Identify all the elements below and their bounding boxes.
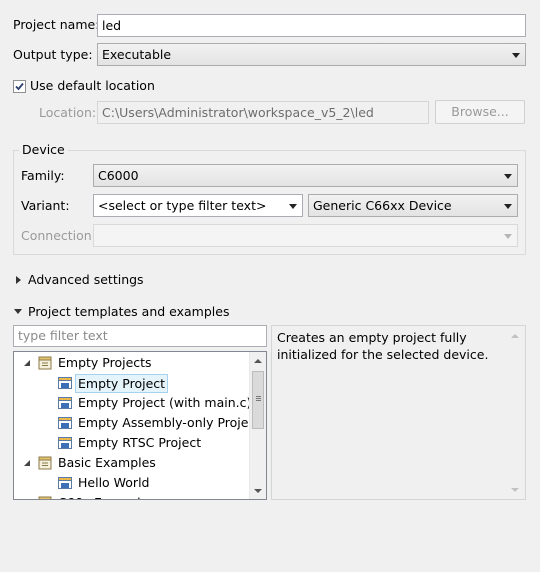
- tree-item-row[interactable]: Empty Project (with main.c): [14, 393, 252, 413]
- tree-folder-row[interactable]: Basic Examples: [14, 453, 248, 473]
- chevron-down-icon: [289, 204, 297, 209]
- templates-toggle[interactable]: Project templates and examples: [28, 304, 229, 319]
- family-select[interactable]: C6000: [93, 164, 518, 187]
- output-type-label: Output type:: [13, 47, 93, 62]
- tree-item-row[interactable]: Empty RTSC Project: [14, 433, 248, 453]
- variant-filter-combo[interactable]: <select or type filter text>: [93, 194, 303, 217]
- chevron-down-icon: [504, 174, 512, 179]
- variant-filter-text: <select or type filter text>: [98, 198, 267, 213]
- description-scrollbar: [507, 326, 524, 499]
- chevron-down-icon: [504, 234, 512, 239]
- output-type-value: Executable: [102, 47, 172, 62]
- device-group-title: Device: [19, 142, 68, 157]
- use-default-location-label: Use default location: [30, 78, 155, 93]
- browse-button: Browse...: [435, 100, 525, 124]
- connection-select: [93, 224, 518, 247]
- project-name-input[interactable]: led: [97, 14, 526, 37]
- project-icon: [57, 475, 73, 491]
- advanced-settings-toggle[interactable]: Advanced settings: [28, 272, 144, 287]
- connection-label: Connection:: [21, 228, 96, 243]
- project-icon: [57, 395, 73, 411]
- tree-item-label: Hello World: [78, 475, 150, 490]
- project-icon: [57, 415, 73, 431]
- collapse-icon[interactable]: [24, 460, 30, 466]
- chevron-down-icon: [512, 53, 520, 58]
- tree-item-label: C66x Examples: [58, 493, 155, 499]
- tree-item-label: Basic Examples: [58, 455, 156, 470]
- tree-item-label: Empty Project: [75, 374, 169, 393]
- project-name-label: Project name:: [13, 17, 100, 32]
- tree-item-label: Empty Project (with main.c): [78, 395, 252, 410]
- tree-folder-row[interactable]: Empty Projects: [14, 353, 248, 373]
- project-icon: [57, 435, 73, 451]
- project-icon: [57, 375, 73, 391]
- collapse-icon[interactable]: [24, 360, 30, 366]
- tree-folder-row[interactable]: C66x Examples: [14, 493, 248, 499]
- use-default-location-checkbox[interactable]: [13, 80, 26, 93]
- template-description: Creates an empty project fully initializ…: [277, 330, 489, 362]
- output-type-select[interactable]: Executable: [97, 43, 526, 66]
- scroll-down-icon: [511, 488, 519, 492]
- tree-scrollbar[interactable]: [249, 352, 266, 499]
- scroll-down-icon[interactable]: [254, 489, 262, 493]
- template-tree[interactable]: Empty Projects Empty Project Empty Project…: [13, 351, 267, 500]
- expand-down-icon[interactable]: [14, 309, 22, 314]
- template-description-panel: Creates an empty project fully initializ…: [271, 325, 526, 500]
- location-input: C:\Users\Administrator\workspace_v5_2\le…: [97, 101, 429, 124]
- tree-item-label: Empty RTSC Project: [78, 435, 202, 450]
- variant-select[interactable]: Generic C66xx Device: [308, 194, 518, 217]
- tree-item-row[interactable]: Hello World: [14, 473, 248, 493]
- family-label: Family:: [21, 168, 65, 183]
- tree-scroll-thumb[interactable]: [252, 371, 264, 429]
- family-value: C6000: [98, 168, 139, 183]
- checkmark-icon: [15, 82, 24, 91]
- tree-item-label: Empty Projects: [58, 355, 152, 370]
- folder-icon: [37, 355, 53, 371]
- scroll-up-icon: [511, 334, 519, 338]
- template-filter-input[interactable]: type filter text: [13, 325, 267, 347]
- location-label: Location:: [39, 105, 97, 120]
- tree-item-row[interactable]: Empty Project: [14, 373, 248, 393]
- folder-icon: [37, 495, 53, 499]
- expand-right-icon[interactable]: [16, 276, 21, 284]
- scroll-up-icon[interactable]: [254, 359, 262, 363]
- tree-item-label: Empty Assembly-only Project: [78, 415, 261, 430]
- folder-icon: [37, 455, 53, 471]
- chevron-down-icon: [504, 204, 512, 209]
- tree-item-row[interactable]: Empty Assembly-only Project: [14, 413, 260, 433]
- variant-value: Generic C66xx Device: [313, 198, 452, 213]
- variant-label: Variant:: [21, 198, 70, 213]
